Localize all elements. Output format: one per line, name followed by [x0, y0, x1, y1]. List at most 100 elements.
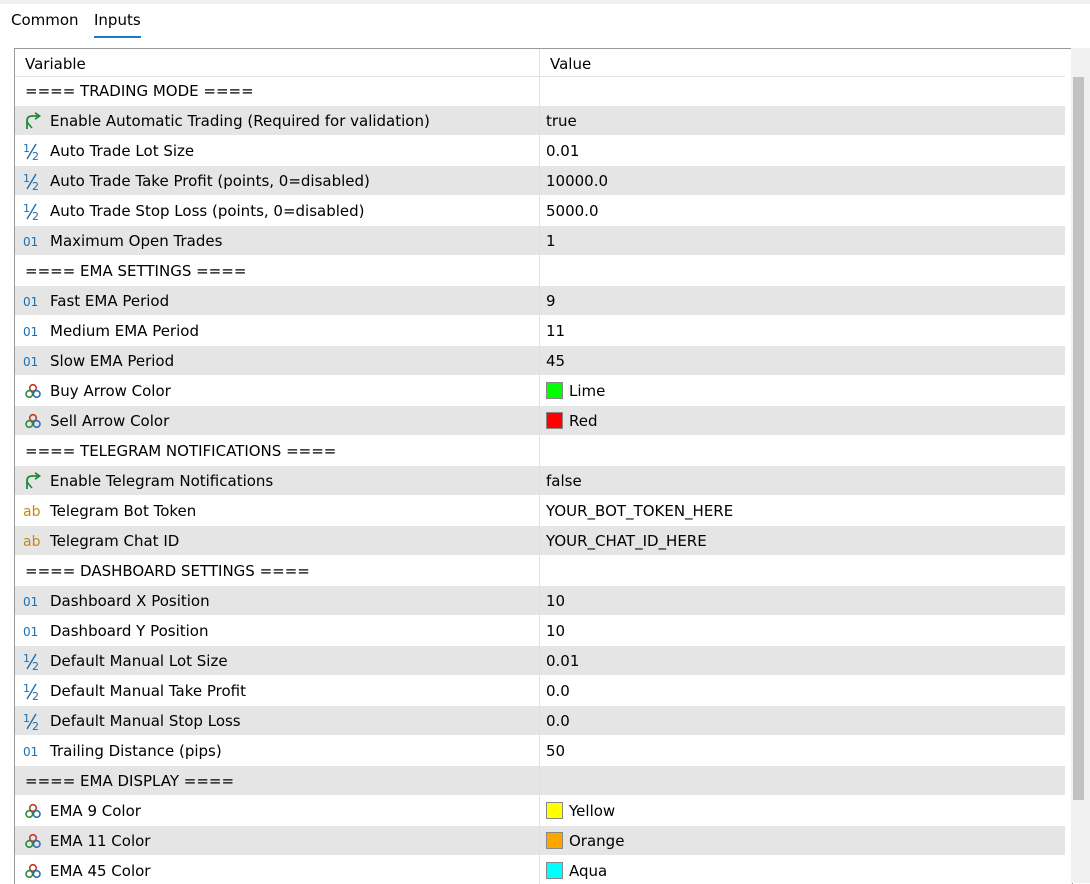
- variable-cell[interactable]: ==== EMA SETTINGS ====: [15, 256, 539, 285]
- param-row[interactable]: 1 2 Default Manual Take Profit 0.0: [15, 676, 1065, 706]
- variable-cell[interactable]: 1 2 Default Manual Take Profit: [15, 676, 539, 705]
- variable-cell[interactable]: 01 Dashboard X Position: [15, 586, 539, 615]
- variable-cell[interactable]: ==== TELEGRAM NOTIFICATIONS ====: [15, 436, 539, 465]
- value-cell[interactable]: false: [540, 466, 1065, 495]
- value-cell[interactable]: Orange: [540, 826, 1065, 855]
- value-cell[interactable]: 0.0: [540, 706, 1065, 735]
- param-row[interactable]: 01 Slow EMA Period 45: [15, 346, 1065, 376]
- variable-cell[interactable]: Sell Arrow Color: [15, 406, 539, 435]
- param-row[interactable]: ab Telegram Chat ID YOUR_CHAT_ID_HERE: [15, 526, 1065, 556]
- variable-cell[interactable]: 1 2 Default Manual Lot Size: [15, 646, 539, 675]
- section-row[interactable]: ==== TRADING MODE ====: [15, 76, 1065, 106]
- variable-cell[interactable]: 01 Slow EMA Period: [15, 346, 539, 375]
- variable-cell[interactable]: ==== EMA DISPLAY ====: [15, 766, 539, 795]
- param-row[interactable]: 01 Dashboard Y Position 10: [15, 616, 1065, 646]
- value-text: false: [546, 472, 582, 490]
- param-row[interactable]: Buy Arrow Color Lime: [15, 376, 1065, 406]
- param-row[interactable]: 1 2 Auto Trade Take Profit (points, 0=disa…: [15, 166, 1065, 196]
- value-cell[interactable]: 50: [540, 736, 1065, 765]
- variable-cell[interactable]: 1 2 Auto Trade Lot Size: [15, 136, 539, 165]
- param-row[interactable]: Enable Telegram Notifications false: [15, 466, 1065, 496]
- param-row[interactable]: ab Telegram Bot Token YOUR_BOT_TOKEN_HERE: [15, 496, 1065, 526]
- column-header-value[interactable]: Value: [550, 55, 591, 73]
- value-cell[interactable]: 0.0: [540, 676, 1065, 705]
- variable-cell[interactable]: EMA 11 Color: [15, 826, 539, 855]
- value-cell[interactable]: Aqua: [540, 856, 1065, 884]
- value-text: 10: [546, 622, 566, 640]
- variable-cell[interactable]: Enable Telegram Notifications: [15, 466, 539, 495]
- value-cell[interactable]: YOUR_CHAT_ID_HERE: [540, 526, 1065, 555]
- value-cell: [540, 76, 1065, 105]
- value-cell[interactable]: 10: [540, 586, 1065, 615]
- variable-cell[interactable]: Buy Arrow Color: [15, 376, 539, 405]
- value-cell[interactable]: 11: [540, 316, 1065, 345]
- active-tab-underline: [94, 36, 141, 38]
- tab-common[interactable]: Common: [11, 8, 79, 32]
- variable-cell[interactable]: EMA 9 Color: [15, 796, 539, 825]
- value-cell[interactable]: Yellow: [540, 796, 1065, 825]
- color-swatch[interactable]: [546, 862, 563, 879]
- column-divider[interactable]: [539, 49, 540, 884]
- value-cell[interactable]: 45: [540, 346, 1065, 375]
- section-row[interactable]: ==== TELEGRAM NOTIFICATIONS ====: [15, 436, 1065, 466]
- variable-cell[interactable]: 01 Medium EMA Period: [15, 316, 539, 345]
- value-cell[interactable]: 0.01: [540, 136, 1065, 165]
- variable-cell[interactable]: ==== TRADING MODE ====: [15, 76, 539, 105]
- column-header-variable[interactable]: Variable: [25, 55, 86, 73]
- integer-01-icon: 01: [23, 321, 43, 341]
- param-row[interactable]: 01 Medium EMA Period 11: [15, 316, 1065, 346]
- variable-cell[interactable]: 01 Fast EMA Period: [15, 286, 539, 315]
- scrollbar-thumb[interactable]: [1073, 77, 1084, 800]
- param-row[interactable]: Enable Automatic Trading (Required for v…: [15, 106, 1065, 136]
- param-row[interactable]: EMA 11 Color Orange: [15, 826, 1065, 856]
- param-row[interactable]: 01 Dashboard X Position 10: [15, 586, 1065, 616]
- param-row[interactable]: EMA 45 Color Aqua: [15, 856, 1065, 884]
- variable-cell[interactable]: ==== DASHBOARD SETTINGS ====: [15, 556, 539, 585]
- section-row[interactable]: ==== EMA SETTINGS ====: [15, 256, 1065, 286]
- section-row[interactable]: ==== EMA DISPLAY ====: [15, 766, 1065, 796]
- tab-inputs[interactable]: Inputs: [94, 8, 141, 38]
- variable-cell[interactable]: 1 2 Auto Trade Take Profit (points, 0=disa…: [15, 166, 539, 195]
- color-swatch[interactable]: [546, 382, 563, 399]
- variable-cell[interactable]: EMA 45 Color: [15, 856, 539, 884]
- value-text: 1: [546, 232, 556, 250]
- value-cell[interactable]: YOUR_BOT_TOKEN_HERE: [540, 496, 1065, 525]
- value-cell[interactable]: 1: [540, 226, 1065, 255]
- value-cell[interactable]: true: [540, 106, 1065, 135]
- color-swatch[interactable]: [546, 412, 563, 429]
- variable-cell[interactable]: 01 Dashboard Y Position: [15, 616, 539, 645]
- value-cell[interactable]: Red: [540, 406, 1065, 435]
- value-cell[interactable]: 0.01: [540, 646, 1065, 675]
- param-row[interactable]: 01 Maximum Open Trades 1: [15, 226, 1065, 256]
- param-row[interactable]: EMA 9 Color Yellow: [15, 796, 1065, 826]
- variable-cell[interactable]: Enable Automatic Trading (Required for v…: [15, 106, 539, 135]
- value-text: 10000.0: [546, 172, 609, 190]
- value-cell[interactable]: 10000.0: [540, 166, 1065, 195]
- section-label: ==== EMA DISPLAY ====: [25, 772, 235, 790]
- variable-label: Auto Trade Take Profit (points, 0=disabl…: [50, 172, 370, 190]
- param-row[interactable]: 1 2 Default Manual Lot Size 0.01: [15, 646, 1065, 676]
- color-swatch[interactable]: [546, 832, 563, 849]
- param-row[interactable]: 1 2 Auto Trade Stop Loss (points, 0=disabl…: [15, 196, 1065, 226]
- param-row[interactable]: 01 Trailing Distance (pips) 50: [15, 736, 1065, 766]
- value-cell[interactable]: 9: [540, 286, 1065, 315]
- section-row[interactable]: ==== DASHBOARD SETTINGS ====: [15, 556, 1065, 586]
- variable-cell[interactable]: 1 2 Auto Trade Stop Loss (points, 0=disabl…: [15, 196, 539, 225]
- variable-cell[interactable]: 01 Trailing Distance (pips): [15, 736, 539, 765]
- value-cell[interactable]: 10: [540, 616, 1065, 645]
- variable-cell[interactable]: 1 2 Default Manual Stop Loss: [15, 706, 539, 735]
- variable-label: Medium EMA Period: [50, 322, 199, 340]
- variable-cell[interactable]: ab Telegram Bot Token: [15, 496, 539, 525]
- svg-text:1: 1: [23, 172, 30, 185]
- color-swatch[interactable]: [546, 802, 563, 819]
- value-cell[interactable]: 5000.0: [540, 196, 1065, 225]
- param-row[interactable]: 1 2 Default Manual Stop Loss 0.0: [15, 706, 1065, 736]
- svg-text:01: 01: [23, 235, 38, 249]
- param-row[interactable]: Sell Arrow Color Red: [15, 406, 1065, 436]
- value-text: YOUR_BOT_TOKEN_HERE: [546, 502, 734, 520]
- value-cell[interactable]: Lime: [540, 376, 1065, 405]
- param-row[interactable]: 01 Fast EMA Period 9: [15, 286, 1065, 316]
- variable-cell[interactable]: 01 Maximum Open Trades: [15, 226, 539, 255]
- variable-cell[interactable]: ab Telegram Chat ID: [15, 526, 539, 555]
- param-row[interactable]: 1 2 Auto Trade Lot Size 0.01: [15, 136, 1065, 166]
